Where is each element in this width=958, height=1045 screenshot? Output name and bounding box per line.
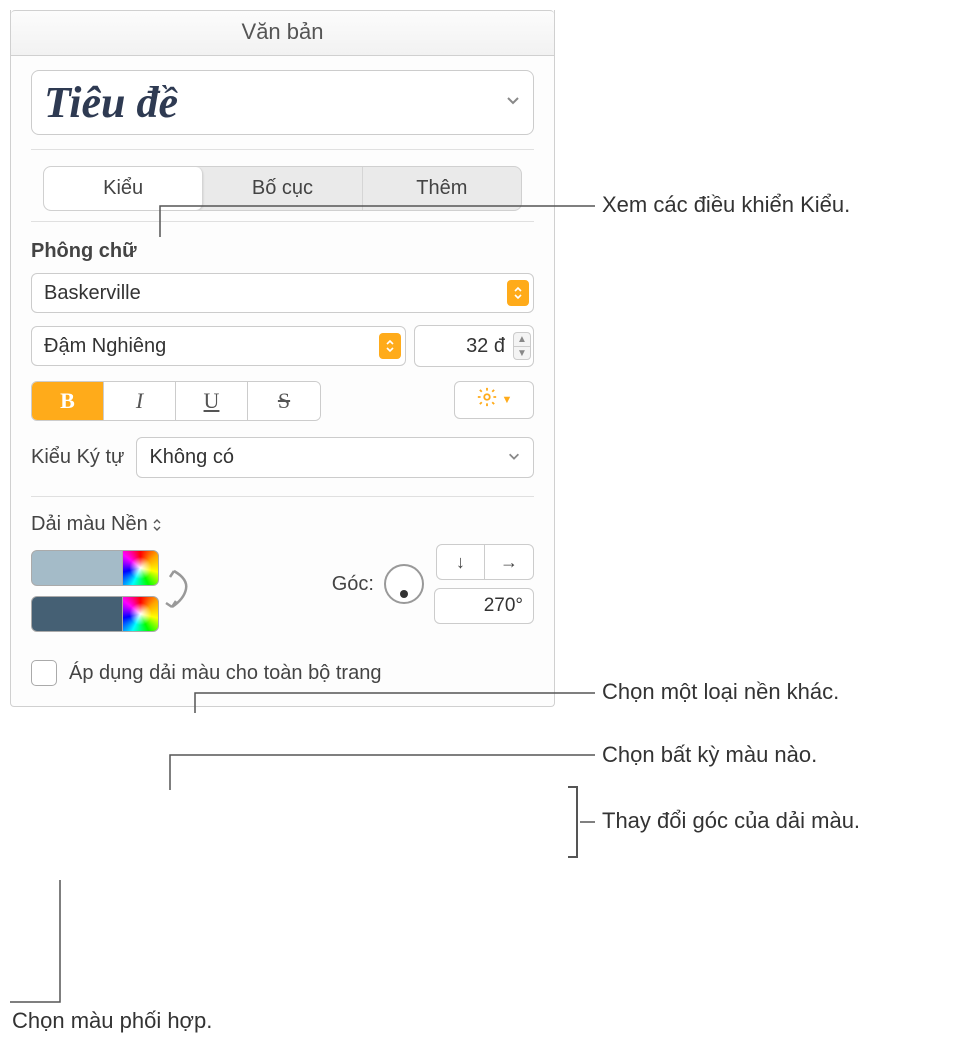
color-picker-button-1[interactable]	[123, 550, 159, 586]
paragraph-style-section: Tiêu đề	[11, 56, 554, 149]
gear-icon	[476, 386, 498, 414]
tabs-holder: Kiểu Bố cục Thêm	[11, 150, 554, 221]
tab-layout[interactable]: Bố cục	[203, 167, 362, 210]
font-family-value: Baskerville	[44, 282, 141, 305]
char-style-label: Kiểu Ký tự	[31, 446, 124, 469]
stepper-down-icon[interactable]: ▼	[513, 346, 531, 360]
chevron-down-icon	[505, 92, 521, 113]
paragraph-style-popup[interactable]: Tiêu đề	[31, 70, 534, 135]
angle-value-field[interactable]: 270°	[434, 588, 534, 624]
style-button-group: B I U S	[31, 381, 321, 421]
callout-angle: Thay đổi góc của dải màu.	[602, 808, 860, 834]
apply-to-page-label: Áp dụng dải màu cho toàn bộ trang	[69, 662, 381, 685]
font-size-field[interactable]: 32 đ ▲ ▼	[414, 325, 534, 367]
tabs: Kiểu Bố cục Thêm	[43, 166, 522, 211]
font-family-popup[interactable]: Baskerville	[31, 273, 534, 313]
angle-label: Góc:	[332, 573, 374, 596]
apply-to-page-checkbox[interactable]	[31, 660, 57, 686]
italic-button[interactable]: I	[104, 382, 176, 420]
underline-button[interactable]: U	[176, 382, 248, 420]
strikethrough-button[interactable]: S	[248, 382, 320, 420]
panel-title: Văn bản	[11, 10, 554, 56]
char-style-popup[interactable]: Không có	[136, 437, 534, 478]
callout-matching-color: Chọn màu phối hợp.	[12, 1008, 212, 1034]
arrow-down-icon: ↓	[456, 552, 465, 573]
dropdown-arrows-icon	[507, 280, 529, 306]
gradient-color-well-1[interactable]	[31, 550, 123, 586]
chevron-down-icon: ▼	[502, 394, 513, 406]
advanced-options-button[interactable]: ▼	[454, 381, 534, 419]
bold-button[interactable]: B	[32, 382, 104, 420]
angle-down-button[interactable]: ↓	[437, 545, 485, 579]
typeface-value: Đậm Nghiêng	[44, 335, 166, 358]
callout-bg-type: Chọn một loại nền khác.	[602, 679, 839, 705]
tab-more[interactable]: Thêm	[363, 167, 521, 210]
callout-style-controls: Xem các điều khiển Kiểu.	[602, 192, 850, 218]
angle-dial[interactable]	[384, 564, 424, 604]
char-style-value: Không có	[149, 446, 234, 469]
callout-any-color: Chọn bất kỳ màu nào.	[602, 742, 817, 768]
font-size-stepper[interactable]: ▲ ▼	[513, 332, 531, 360]
typeface-popup[interactable]: Đậm Nghiêng	[31, 326, 406, 366]
arrow-right-icon: →	[500, 552, 518, 573]
background-fill-popup[interactable]: Dải màu Nền	[31, 513, 148, 536]
dropdown-arrows-icon	[152, 517, 162, 533]
angle-right-button[interactable]: →	[485, 545, 533, 579]
tab-style[interactable]: Kiểu	[44, 167, 203, 210]
stepper-up-icon[interactable]: ▲	[513, 332, 531, 346]
swap-colors-button[interactable]	[159, 564, 199, 614]
dropdown-arrows-icon	[379, 333, 401, 359]
color-picker-button-2[interactable]	[123, 596, 159, 632]
font-size-value: 32 đ	[425, 335, 509, 358]
text-inspector-panel: Văn bản Tiêu đề Kiểu Bố cục Thêm Phông c…	[10, 10, 555, 707]
gradient-color-well-2[interactable]	[31, 596, 123, 632]
font-section-label: Phông chữ	[11, 222, 554, 267]
paragraph-style-name: Tiêu đề	[44, 77, 505, 128]
chevron-down-icon	[507, 449, 521, 466]
angle-direction-buttons: ↓ →	[436, 544, 534, 580]
